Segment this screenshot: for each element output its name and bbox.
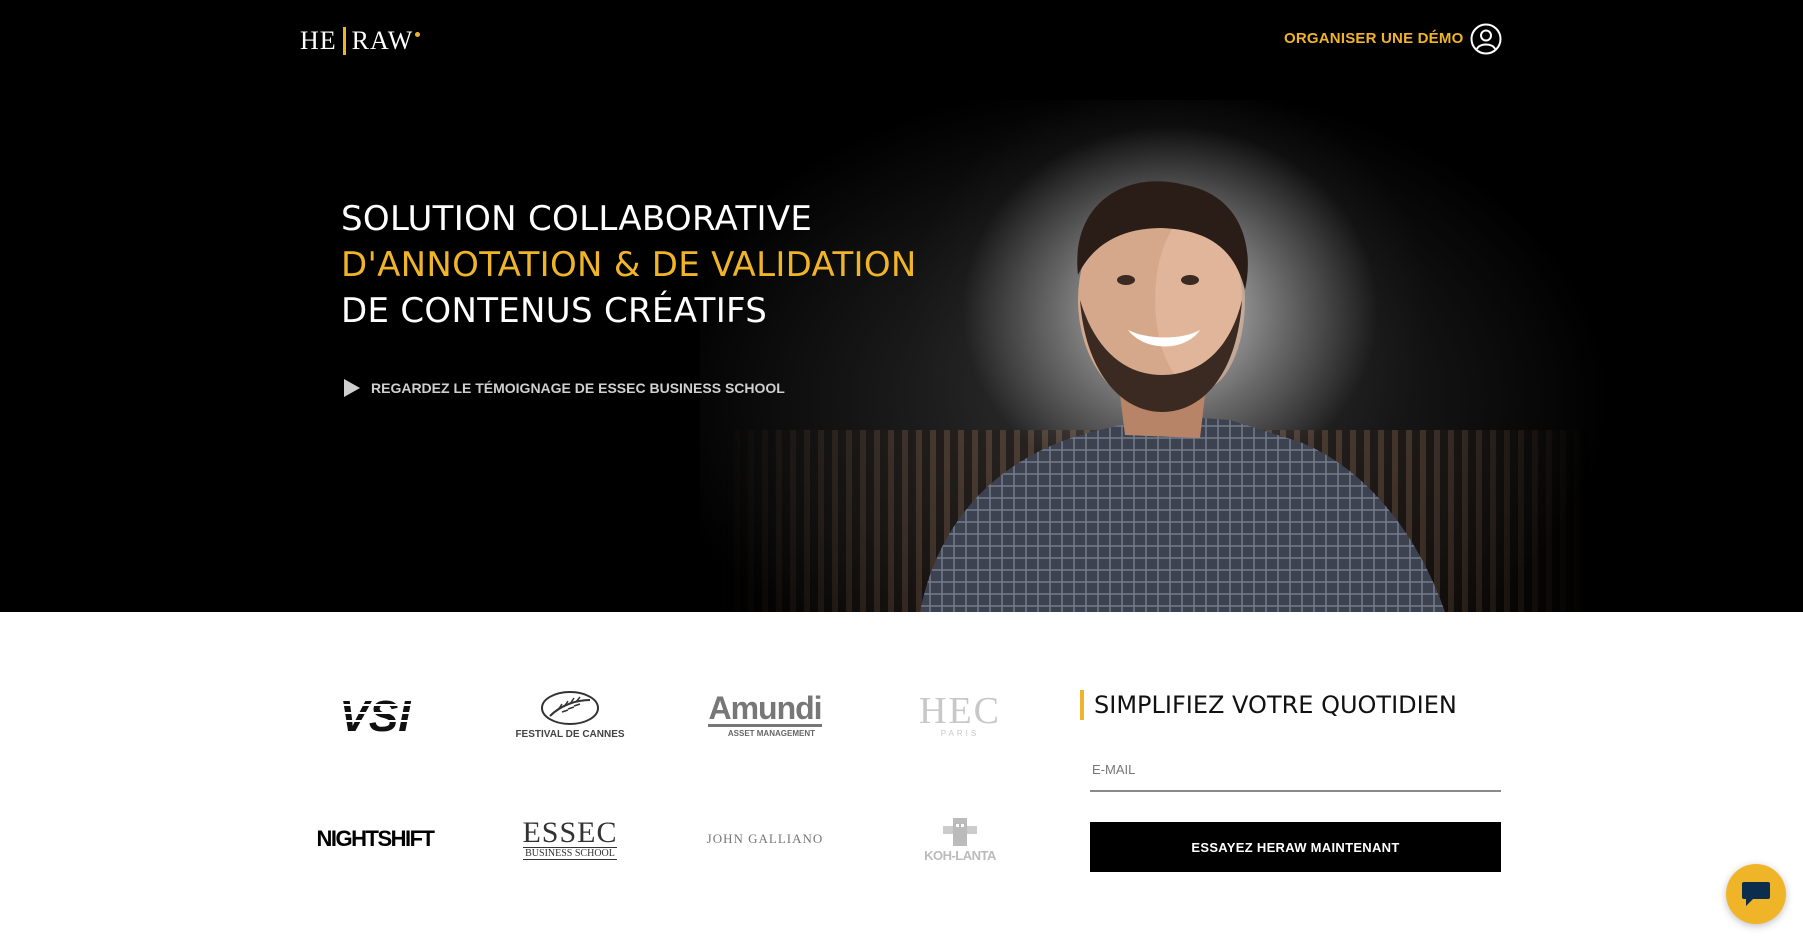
client-logos: VSI FESTIVAL DE CANNES Amundi ASSET MANA… (300, 680, 1060, 880)
festival-de-cannes-text: FESTIVAL DE CANNES (515, 729, 625, 740)
john-galliano-text: JOHN GALLIANO (706, 831, 824, 846)
play-icon (344, 379, 360, 397)
watch-testimonial-label: REGARDEZ LE TÉMOIGNAGE DE ESSEC BUSINESS… (371, 380, 785, 396)
logo-divider (342, 27, 346, 55)
hec-subtext: PARIS (940, 728, 980, 738)
logo-text-right: RAW (351, 26, 414, 55)
client-logo-festival-de-cannes: FESTIVAL DE CANNES (495, 680, 645, 750)
client-logo-koh-lanta: KOH-LANTA (885, 804, 1035, 874)
hero-section: HE RAW ORGANISER UNE DÉMO SOLUTION COLLA… (0, 0, 1803, 612)
heraw-logo[interactable]: HE RAW (300, 26, 421, 56)
hero-headline: SOLUTION COLLABORATIVE D'ANNOTATION & DE… (341, 196, 917, 334)
amundi-subtext: ASSET MANAGEMENT (727, 729, 815, 738)
hero-person-image (920, 181, 1445, 612)
client-logo-hec-paris: HEC PARIS (885, 680, 1035, 750)
koh-lanta-totem-icon (943, 817, 977, 846)
user-circle-icon[interactable] (1470, 23, 1502, 55)
try-heraw-button[interactable]: ESSAYEZ HERAW MAINTENANT (1090, 822, 1501, 872)
headline-line-3: DE CONTENUS CRÉATIFS (341, 291, 768, 331)
amundi-text: Amundi (708, 690, 823, 727)
email-input[interactable] (1090, 748, 1501, 792)
headline-line-1: SOLUTION COLLABORATIVE (341, 199, 813, 239)
watch-testimonial-link[interactable]: REGARDEZ LE TÉMOIGNAGE DE ESSEC BUSINESS… (343, 378, 785, 398)
chat-bubble-icon (1742, 882, 1770, 906)
hec-text: HEC (919, 689, 1001, 732)
client-logo-vsi: VSI (300, 680, 450, 750)
vsi-logo-text: VSI (340, 693, 412, 737)
headline-line-2: D'ANNOTATION & DE VALIDATION (341, 245, 917, 285)
vsi-logo-mark: VSI (330, 693, 420, 737)
chat-launcher-button[interactable] (1726, 864, 1786, 924)
client-logo-john-galliano: JOHN GALLIANO (690, 804, 840, 874)
nightshift-text: NIGHTSHIFT (316, 826, 436, 851)
logo-dot (415, 31, 421, 37)
organize-demo-link[interactable]: ORGANISER UNE DÉMO (1284, 30, 1463, 47)
essec-text: ESSEC (522, 815, 618, 849)
client-logo-nightshift: NIGHTSHIFT (300, 804, 450, 874)
logo-text-left: HE (300, 26, 337, 55)
client-logo-amundi: Amundi ASSET MANAGEMENT (690, 680, 840, 750)
client-logo-essec: ESSEC BUSINESS SCHOOL (495, 804, 645, 874)
simplify-title: SIMPLIFIEZ VOTRE QUOTIDIEN (1080, 690, 1457, 720)
koh-lanta-text: KOH-LANTA (924, 847, 996, 863)
essec-subtext: BUSINESS SCHOOL (523, 846, 617, 860)
palm-leaf-icon (541, 691, 599, 725)
